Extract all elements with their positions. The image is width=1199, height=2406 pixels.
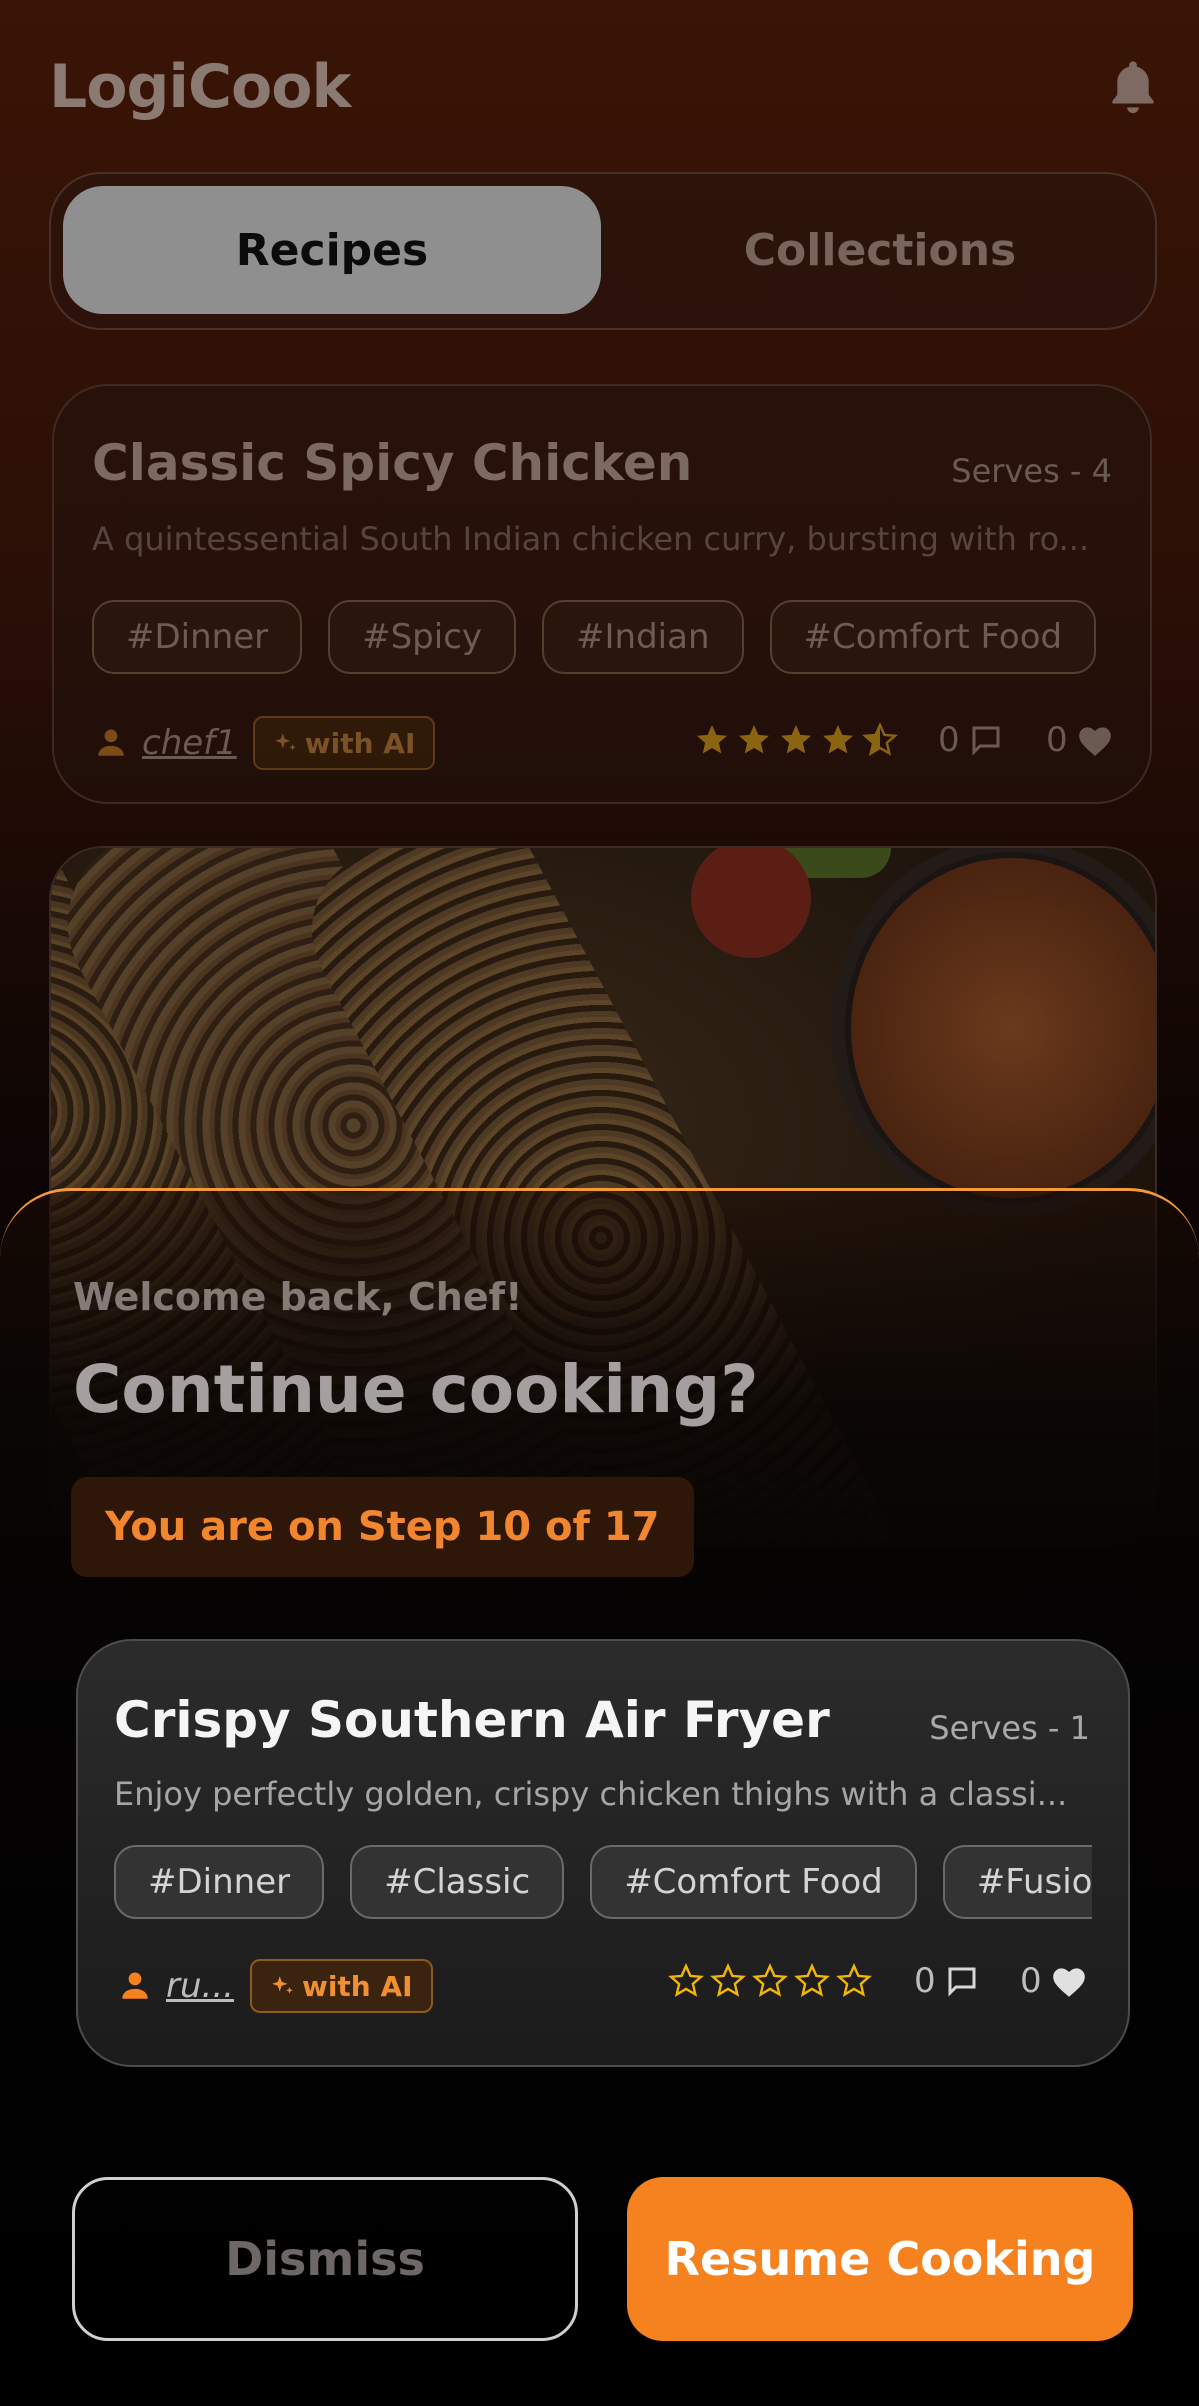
resume-cooking-button[interactable]: Resume Cooking	[627, 2177, 1133, 2341]
star-icon	[781, 725, 811, 754]
tag-chip[interactable]: #Dinner	[92, 600, 303, 674]
tag-chip[interactable]: #Spicy	[328, 600, 517, 674]
recipe-author-row: chef1 with AI	[94, 716, 436, 770]
recipe-serves: Serves - 4	[951, 452, 1112, 490]
ai-badge: with AI	[252, 716, 436, 770]
step-progress-badge: You are on Step 10 of 17	[71, 1477, 694, 1577]
star-outline-icon	[668, 1963, 704, 1997]
tab-switcher: Recipes Collections	[49, 172, 1157, 330]
star-icon	[739, 725, 769, 754]
recipe-author-row: ru... with AI	[118, 1959, 433, 2013]
ai-badge-label: with AI	[304, 726, 416, 760]
like-count[interactable]: 0	[1020, 1961, 1088, 2001]
sparkle-icon	[272, 1976, 293, 1994]
welcome-text: Welcome back, Chef!	[73, 1275, 523, 1319]
tag-chip[interactable]: #Dinner	[114, 1845, 325, 1919]
star-outline-icon	[794, 1963, 830, 1997]
in-progress-recipe-card[interactable]: Crispy Southern Air Fryer Serves - 1 Enj…	[76, 1639, 1130, 2067]
rating-stars	[694, 722, 898, 758]
heart-icon	[1078, 727, 1111, 756]
recipe-description: Enjoy perfectly golden, crispy chicken t…	[114, 1775, 1068, 1813]
heart-icon	[1052, 1968, 1085, 1997]
app-title: LogiCook	[49, 52, 351, 122]
user-icon	[98, 729, 124, 756]
recipe-title: Classic Spicy Chicken	[92, 434, 693, 492]
comment-icon	[948, 1967, 976, 1997]
star-outline-icon	[752, 1963, 788, 1997]
ai-badge: with AI	[249, 1959, 433, 2013]
sparkle-icon	[274, 733, 296, 751]
tag-chip[interactable]: #Comfort Food	[590, 1845, 917, 1919]
rating-stars	[668, 1963, 872, 1999]
user-icon	[122, 1972, 148, 1999]
star-icon	[823, 725, 853, 754]
recipe-card[interactable]: Classic Spicy Chicken Serves - 4 A quint…	[52, 384, 1152, 804]
tag-chip[interactable]: #Comfort Food	[769, 600, 1097, 674]
comment-count[interactable]: 0	[938, 720, 1004, 760]
tag-chip[interactable]: #Fusion	[942, 1845, 1092, 1919]
like-count-value: 0	[1020, 1961, 1042, 2001]
modal-title: Continue cooking?	[73, 1351, 759, 1428]
author-link[interactable]: chef1	[142, 723, 237, 763]
star-outline-icon	[836, 1963, 872, 1997]
comment-icon	[972, 726, 1000, 756]
recipe-serves: Serves - 1	[929, 1709, 1090, 1747]
tag-chip[interactable]: #Indian	[542, 600, 744, 674]
tag-chip[interactable]: #Classic	[350, 1845, 565, 1919]
comment-count[interactable]: 0	[914, 1961, 980, 2001]
recipe-tags: #Dinner #Spicy #Indian #Comfort Food #	[92, 600, 1116, 674]
recipe-tags: #Dinner #Classic #Comfort Food #Fusion	[114, 1845, 1092, 1919]
ai-badge-label: with AI	[301, 1969, 413, 2003]
dismiss-button[interactable]: Dismiss	[72, 2177, 578, 2341]
bell-icon[interactable]	[1104, 56, 1162, 120]
recipe-title: Crispy Southern Air Fryer	[114, 1691, 830, 1749]
star-outline-icon	[710, 1963, 746, 1997]
like-count-value: 0	[1046, 720, 1068, 760]
star-half-icon	[862, 722, 898, 756]
like-count[interactable]: 0	[1046, 720, 1114, 760]
recipe-description: A quintessential South Indian chicken cu…	[92, 520, 1090, 558]
star-icon	[697, 725, 727, 754]
comment-count-value: 0	[938, 720, 960, 760]
tab-recipes[interactable]: Recipes	[63, 186, 601, 314]
comment-count-value: 0	[914, 1961, 936, 2001]
continue-cooking-sheet: Welcome back, Chef! Continue cooking? Yo…	[0, 1188, 1199, 2406]
author-link[interactable]: ru...	[166, 1966, 234, 2006]
tab-collections[interactable]: Collections	[611, 186, 1149, 314]
